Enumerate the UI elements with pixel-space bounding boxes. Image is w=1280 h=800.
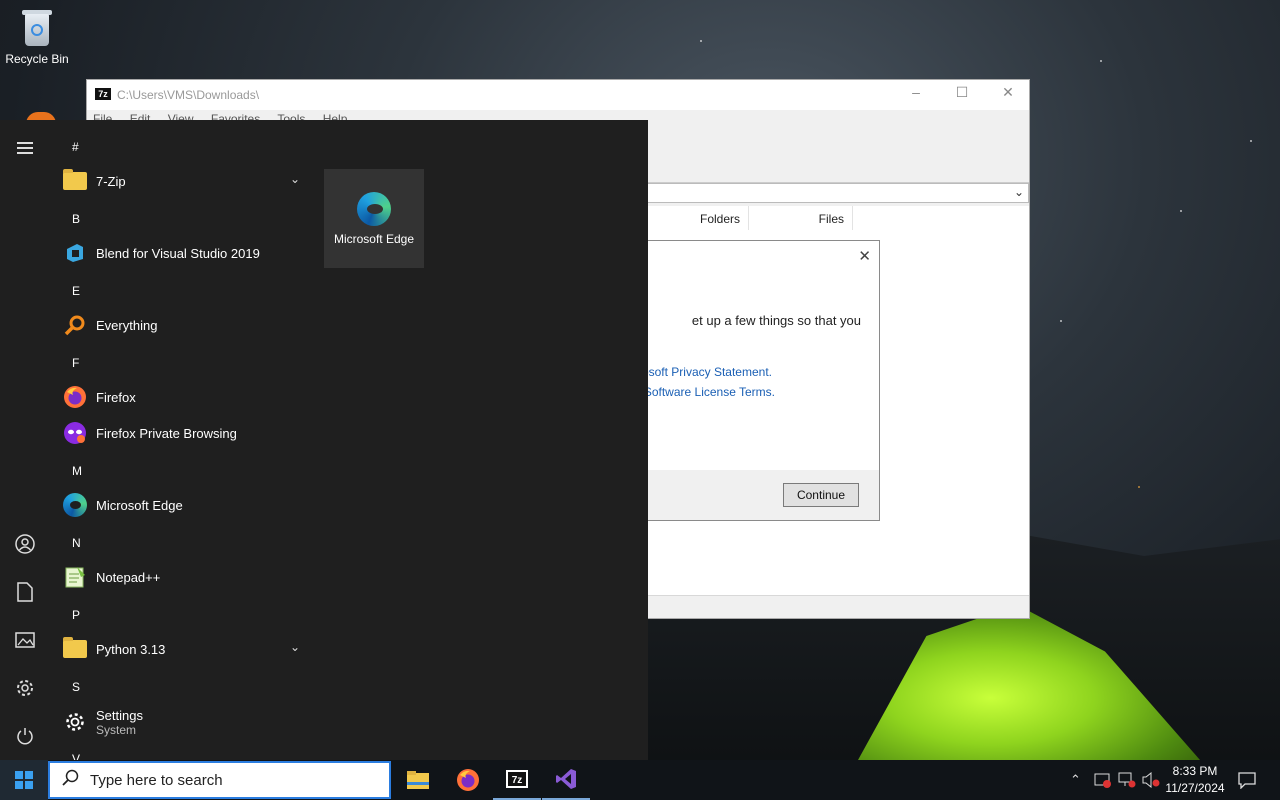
svg-text:7z: 7z xyxy=(512,775,523,786)
section-header[interactable]: N xyxy=(72,536,81,550)
section-header[interactable]: M xyxy=(72,464,82,478)
magnifier-icon xyxy=(62,312,88,338)
app-notepadpp[interactable]: Notepad++ xyxy=(62,560,312,594)
app-firefox-private[interactable]: Firefox Private Browsing xyxy=(62,416,312,450)
app-label: Firefox xyxy=(96,389,136,405)
app-7zip[interactable]: 7-Zip ⌄ xyxy=(62,164,312,198)
section-header[interactable]: V xyxy=(72,752,80,760)
search-icon xyxy=(62,769,80,792)
taskbar-7zip[interactable]: 7z xyxy=(493,760,541,800)
section-header[interactable]: S xyxy=(72,680,80,694)
section-header[interactable]: B xyxy=(72,212,80,226)
tile-microsoft-edge[interactable]: Microsoft Edge xyxy=(324,169,424,268)
clock-date: 11/27/2024 xyxy=(1165,781,1225,795)
minimize-button[interactable]: – xyxy=(905,84,927,104)
recycle-bin-shortcut[interactable]: Recycle Bin xyxy=(4,6,70,66)
windows-logo-icon xyxy=(15,771,33,789)
show-hidden-icons-chevron-up-icon[interactable]: ⌃ xyxy=(1070,760,1081,800)
settings-gear-icon[interactable] xyxy=(13,676,37,700)
app-sublabel: System xyxy=(96,722,137,737)
folder-icon xyxy=(62,636,88,662)
taskbar-search-box[interactable]: Type here to search xyxy=(48,761,391,799)
blend-icon xyxy=(62,240,88,266)
user-account-icon[interactable] xyxy=(13,532,37,556)
firefox-icon xyxy=(457,769,479,791)
section-header[interactable]: E xyxy=(72,284,80,298)
app-label: Settings xyxy=(96,707,143,723)
network-icon[interactable] xyxy=(1118,760,1136,800)
app-python[interactable]: Python 3.13 ⌄ xyxy=(62,632,312,666)
app-firefox[interactable]: Firefox xyxy=(62,380,312,414)
firefox-private-icon xyxy=(62,420,88,446)
column-header-folders[interactable]: Folders xyxy=(647,206,749,230)
pictures-icon[interactable] xyxy=(13,628,37,652)
taskbar-clock[interactable]: 8:33 PM 11/27/2024 xyxy=(1160,763,1230,797)
7zip-app-icon: 7z xyxy=(95,88,111,100)
app-label: Microsoft Edge xyxy=(96,497,183,513)
search-placeholder: Type here to search xyxy=(90,771,223,789)
app-blend[interactable]: Blend for Visual Studio 2019 xyxy=(62,236,312,270)
address-bar[interactable]: ⌄ xyxy=(647,183,1029,203)
chevron-down-icon[interactable]: ⌄ xyxy=(290,640,300,654)
maximize-button[interactable]: ☐ xyxy=(951,84,973,104)
app-label: Notepad++ xyxy=(96,569,161,585)
visual-studio-icon xyxy=(556,769,576,789)
start-button[interactable] xyxy=(0,760,48,800)
edge-icon xyxy=(357,191,391,226)
continue-button[interactable]: Continue xyxy=(783,483,859,507)
7zip-icon: 7z xyxy=(506,770,528,788)
documents-icon[interactable] xyxy=(13,580,37,604)
app-label: Firefox Private Browsing xyxy=(96,425,237,441)
hamburger-menu-icon[interactable] xyxy=(13,136,37,160)
notifications-icon[interactable] xyxy=(1238,760,1256,800)
chevron-down-icon[interactable]: ⌄ xyxy=(1014,185,1024,199)
taskbar-file-explorer[interactable] xyxy=(394,760,442,800)
app-label: 7-Zip xyxy=(96,173,126,189)
volume-muted-icon[interactable] xyxy=(1142,760,1160,800)
gear-icon xyxy=(62,709,88,735)
app-microsoft-edge[interactable]: Microsoft Edge xyxy=(62,488,312,522)
notepadpp-icon xyxy=(62,564,88,590)
section-header[interactable]: F xyxy=(72,356,79,370)
clock-time: 8:33 PM xyxy=(1172,764,1218,778)
start-rail xyxy=(0,120,50,760)
app-label: Blend for Visual Studio 2019 xyxy=(96,245,260,261)
app-label: Everything xyxy=(96,317,158,333)
power-icon[interactable] xyxy=(13,724,37,748)
folder-icon xyxy=(62,168,88,194)
taskbar-firefox[interactable] xyxy=(444,760,492,800)
taskbar: Type here to search 7z ⌃ 8:33 PM 11/27/2… xyxy=(0,760,1280,800)
section-header[interactable]: # xyxy=(72,140,79,154)
window-title: C:\Users\VMS\Downloads\ xyxy=(117,88,260,102)
section-header[interactable]: P xyxy=(72,608,80,622)
chevron-down-icon[interactable]: ⌄ xyxy=(290,172,300,186)
close-button[interactable]: ✕ xyxy=(997,84,1019,104)
firefox-icon xyxy=(62,384,88,410)
dialog-close-icon[interactable]: ✕ xyxy=(858,247,871,265)
edge-icon xyxy=(62,492,88,518)
recycle-bin-label: Recycle Bin xyxy=(5,52,69,66)
column-header-files[interactable]: Files xyxy=(749,206,853,230)
recycle-bin-icon xyxy=(19,8,55,48)
app-label: Python 3.13 xyxy=(96,641,166,657)
security-center-icon[interactable] xyxy=(1094,760,1112,800)
taskbar-visual-studio[interactable] xyxy=(542,760,590,800)
app-everything[interactable]: Everything xyxy=(62,308,312,342)
title-bar[interactable]: 7z C:\Users\VMS\Downloads\ – ☐ ✕ xyxy=(87,80,1029,110)
start-menu: # 7-Zip ⌄ B Blend for Visual Studio 2019… xyxy=(0,120,648,760)
file-explorer-icon xyxy=(407,771,429,789)
app-settings[interactable]: Settings System xyxy=(62,704,312,740)
tile-label: Microsoft Edge xyxy=(333,231,415,246)
